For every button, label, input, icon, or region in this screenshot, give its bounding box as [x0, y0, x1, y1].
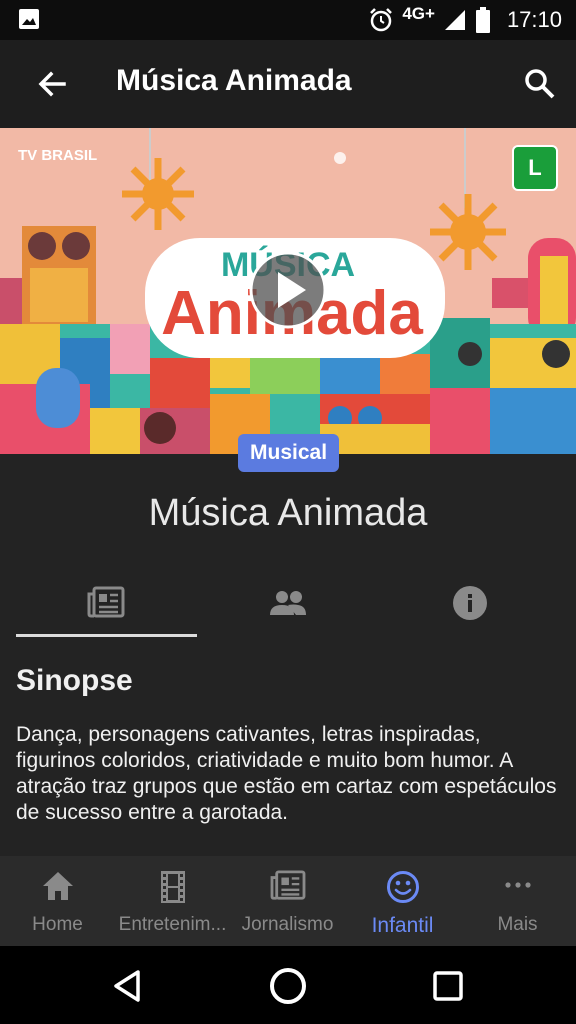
nav-entertainment-label: Entretenim... — [118, 914, 227, 935]
tab-synopsis[interactable] — [10, 572, 202, 634]
channel-logo: TV BRASIL — [18, 147, 97, 164]
home-nav-icon[interactable] — [268, 966, 308, 1006]
search-icon[interactable] — [522, 66, 558, 102]
clock: 17:10 — [506, 7, 562, 32]
play-button[interactable] — [248, 250, 328, 330]
film-icon — [160, 871, 185, 903]
synopsis-text: Dança, personagens cativantes, letras in… — [16, 723, 557, 824]
genre-badge: Musical — [238, 434, 340, 472]
network-type: 4G+ — [402, 4, 435, 23]
home-icon — [42, 872, 73, 900]
nav-more-label: Mais — [497, 914, 538, 935]
news-icon — [270, 870, 305, 900]
tab-indicator — [16, 634, 197, 637]
status-bar: 4G+ 17:10 — [0, 0, 576, 40]
info-icon — [453, 586, 487, 620]
smiley-icon — [386, 871, 419, 903]
bottom-navigation: Home Entretenim... Jornalismo Infantil M… — [0, 856, 576, 946]
tab-info[interactable] — [374, 572, 566, 634]
rating-label: L — [528, 155, 542, 180]
recents-nav-icon[interactable] — [432, 970, 464, 1002]
synopsis-heading: Sinopse — [16, 664, 133, 697]
signal-icon — [444, 10, 465, 30]
nav-kids[interactable]: Infantil — [345, 856, 460, 946]
nav-home[interactable]: Home — [0, 856, 115, 946]
rating-badge: L — [512, 145, 558, 191]
back-nav-icon[interactable] — [110, 968, 146, 1004]
show-title: Música Animada — [148, 492, 428, 534]
nav-journalism[interactable]: Jornalismo — [230, 856, 345, 946]
image-icon — [19, 9, 39, 29]
alarm-icon — [370, 8, 393, 32]
people-icon — [270, 591, 306, 615]
app-bar: Música Animada — [0, 40, 576, 128]
battery-icon — [475, 7, 490, 33]
nav-journalism-label: Jornalismo — [241, 914, 334, 935]
news-icon — [87, 586, 125, 618]
system-navigation-bar — [0, 946, 576, 1024]
content-tabs — [0, 572, 576, 638]
hero-banner[interactable]: TV BRASIL MÚSICA Animada L — [0, 128, 576, 454]
more-icon — [504, 882, 531, 888]
nav-entertainment[interactable]: Entretenim... — [115, 856, 230, 946]
tab-cast[interactable] — [192, 572, 384, 634]
nav-kids-label: Infantil — [371, 914, 434, 937]
nav-home-label: Home — [32, 914, 83, 935]
page-title: Música Animada — [116, 64, 352, 97]
nav-more[interactable]: Mais — [460, 856, 575, 946]
back-arrow-icon[interactable] — [34, 66, 70, 102]
